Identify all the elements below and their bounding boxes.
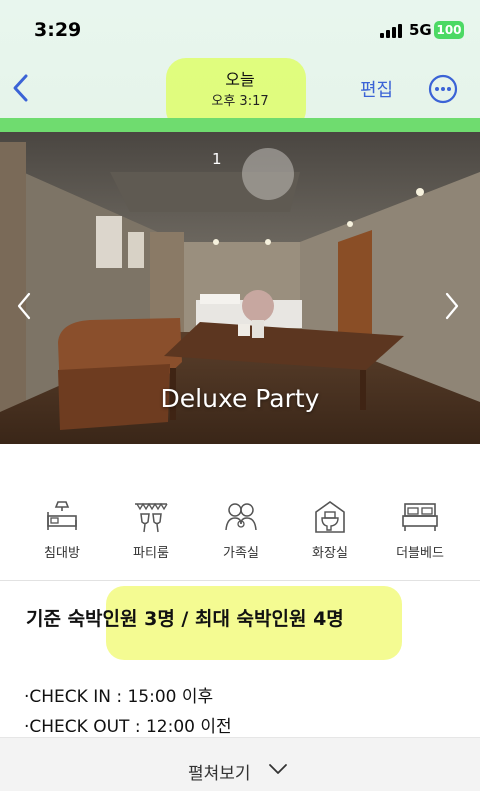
back-button[interactable]: [8, 70, 34, 106]
network-label: 5G: [409, 21, 432, 39]
divider: [0, 580, 480, 581]
amenity-label: 파티룸: [133, 546, 169, 561]
edit-button[interactable]: 편집: [360, 76, 393, 102]
amenities-row: 침대방 파티룸 가족실 화장실 더블베드: [0, 498, 480, 568]
green-strip: [0, 118, 480, 132]
party-glasses-icon: [135, 502, 168, 533]
nav-title: 오늘: [225, 70, 255, 89]
expand-button[interactable]: 펼쳐보기: [0, 737, 480, 791]
bed-lamp-icon: [47, 501, 77, 530]
amenity-bathroom: 화장실: [290, 498, 370, 561]
family-icon: [225, 503, 257, 531]
status-bar: 3:29 5G 100: [0, 0, 480, 60]
amenity-double-bed: 더블베드: [380, 498, 460, 561]
room-name: Deluxe Party: [160, 384, 320, 413]
amenity-label: 더블베드: [396, 546, 444, 561]
battery-icon: 100: [434, 21, 464, 39]
chevron-down-icon: [269, 764, 287, 774]
more-options-icon[interactable]: [428, 74, 458, 104]
room-photo-carousel[interactable]: 1 Deluxe Party: [0, 132, 480, 444]
check-in-info: ·CHECK IN : 15:00 이후: [24, 687, 214, 707]
amenity-label: 침대방: [44, 546, 80, 561]
nav-bar: 오늘 오후 3:17 편집: [0, 58, 480, 130]
carousel-counter: 1: [212, 150, 222, 168]
amenity-label: 화장실: [312, 546, 348, 561]
amenity-family-room: 가족실: [201, 498, 281, 561]
carousel-prev-icon[interactable]: [14, 290, 34, 322]
toilet-icon: [315, 501, 345, 533]
amenity-label: 가족실: [223, 546, 259, 561]
signal-icon: [380, 24, 402, 38]
status-time: 3:29: [34, 19, 82, 41]
expand-label: 펼쳐보기: [188, 764, 251, 784]
check-out-info: ·CHECK OUT : 12:00 이전: [24, 717, 232, 737]
double-bed-icon: [402, 503, 438, 531]
nav-subtitle: 오후 3:17: [211, 94, 269, 109]
top-header: 3:29 5G 100 오늘 오후 3:17 편집: [0, 0, 480, 130]
carousel-next-icon[interactable]: [442, 290, 462, 322]
amenity-bedroom: 침대방: [22, 498, 102, 561]
amenity-party-room: 파티룸: [111, 498, 191, 561]
capacity-info: 기준 숙박인원 3명 / 최대 숙박인원 4명: [26, 608, 344, 630]
